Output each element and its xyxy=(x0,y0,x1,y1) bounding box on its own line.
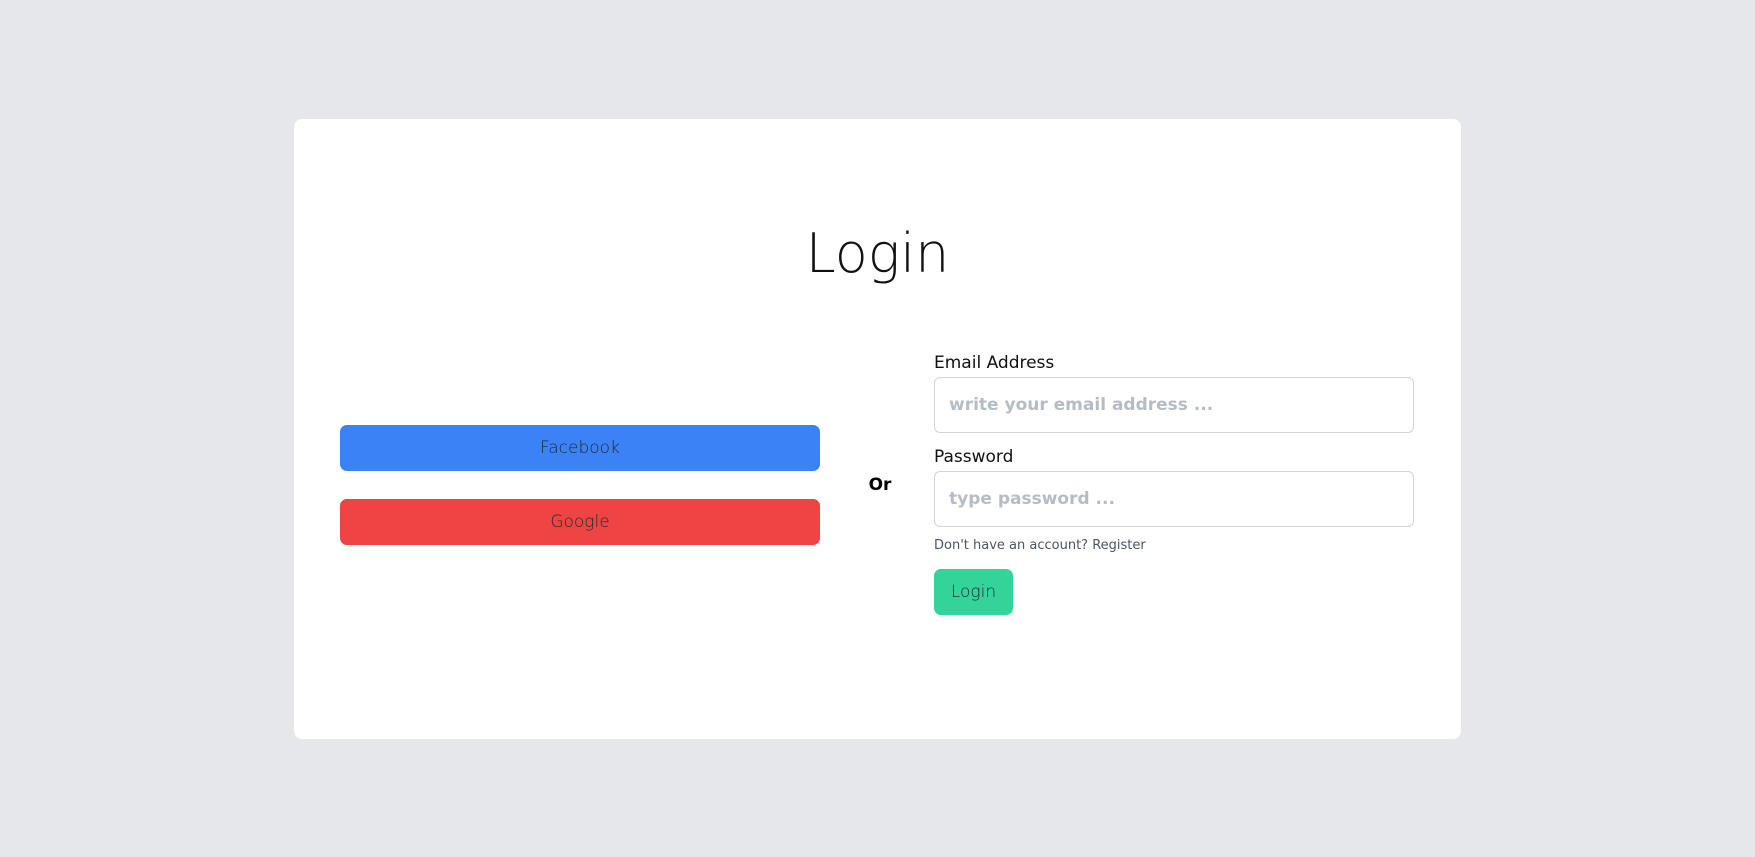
email-label: Email Address xyxy=(934,353,1055,373)
register-prompt: Don't have an account? xyxy=(934,538,1089,553)
email-field[interactable] xyxy=(934,377,1414,433)
register-prompt-line: Don't have an account? Register xyxy=(934,538,1146,553)
register-link[interactable]: Register xyxy=(1092,538,1146,553)
login-card: Login Facebook Google Or Email Address P… xyxy=(294,119,1461,739)
page-title: Login xyxy=(805,222,950,285)
login-button[interactable]: Login xyxy=(934,569,1013,615)
google-login-button[interactable]: Google xyxy=(340,499,820,545)
password-field[interactable] xyxy=(934,471,1414,527)
or-divider: Or xyxy=(868,475,892,495)
facebook-login-button[interactable]: Facebook xyxy=(340,425,820,471)
password-label: Password xyxy=(934,447,1014,467)
